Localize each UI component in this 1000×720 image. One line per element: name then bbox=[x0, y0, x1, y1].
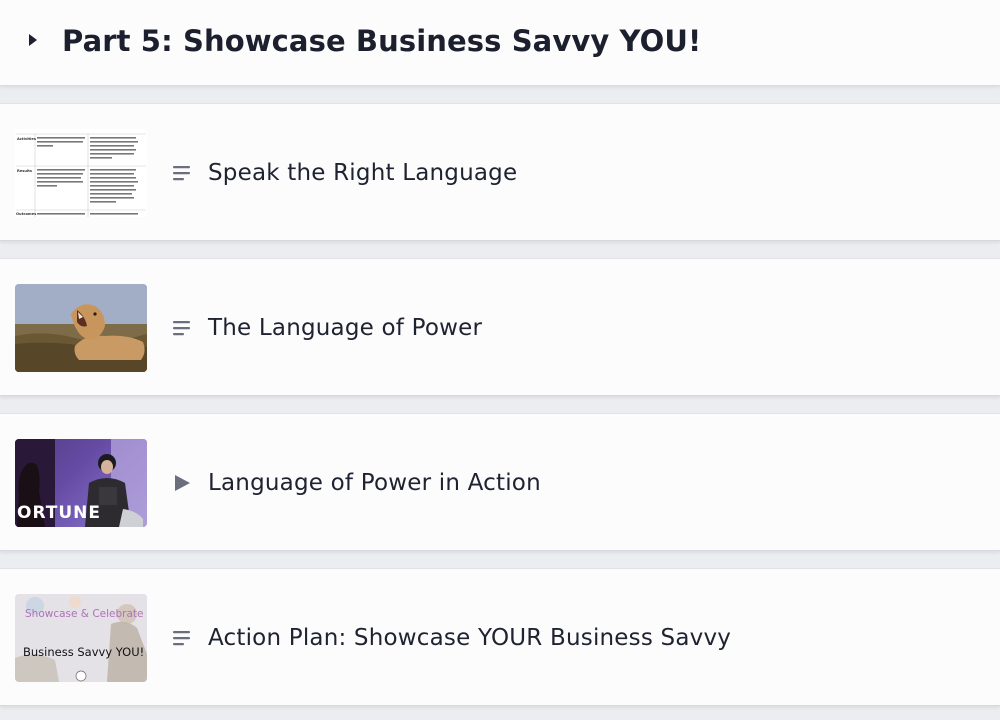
lesson-row[interactable]: Showcase & Celebrate Business Savvy YOU!… bbox=[0, 568, 1000, 706]
lesson-row[interactable]: Activities Results Outcomes Speak the Ri… bbox=[0, 103, 1000, 241]
doc-row1-label: Activities bbox=[17, 137, 36, 141]
lesson-thumbnail bbox=[15, 284, 147, 372]
section-title: Part 5: Showcase Business Savvy YOU! bbox=[62, 24, 702, 58]
text-lines-icon bbox=[172, 163, 192, 183]
lesson-title[interactable]: Action Plan: Showcase YOUR Business Savv… bbox=[208, 623, 731, 653]
text-lines-icon bbox=[172, 628, 192, 648]
lesson-title[interactable]: The Language of Power bbox=[208, 313, 482, 343]
thumbnail-caption-top: Showcase & Celebrate bbox=[25, 608, 144, 620]
doc-row3-label: Outcomes bbox=[16, 212, 36, 216]
lesson-title[interactable]: Speak the Right Language bbox=[208, 158, 517, 188]
lesson-row[interactable]: ORTUNE Language of Power in Action bbox=[0, 413, 1000, 551]
lesson-thumbnail: ORTUNE bbox=[15, 439, 147, 527]
thumbnail-caption: ORTUNE bbox=[17, 503, 102, 523]
doc-row2-label: Results bbox=[17, 169, 32, 173]
caret-right-icon[interactable] bbox=[22, 29, 44, 51]
lesson-row[interactable]: The Language of Power bbox=[0, 258, 1000, 396]
lesson-title[interactable]: Language of Power in Action bbox=[208, 468, 541, 498]
play-icon bbox=[172, 473, 192, 493]
lesson-thumbnail: Activities Results Outcomes bbox=[15, 129, 147, 217]
thumbnail-caption-main: Business Savvy YOU! bbox=[23, 645, 145, 659]
text-lines-icon bbox=[172, 318, 192, 338]
section-header: Part 5: Showcase Business Savvy YOU! bbox=[0, 0, 1000, 86]
lesson-thumbnail: Showcase & Celebrate Business Savvy YOU! bbox=[15, 594, 147, 682]
